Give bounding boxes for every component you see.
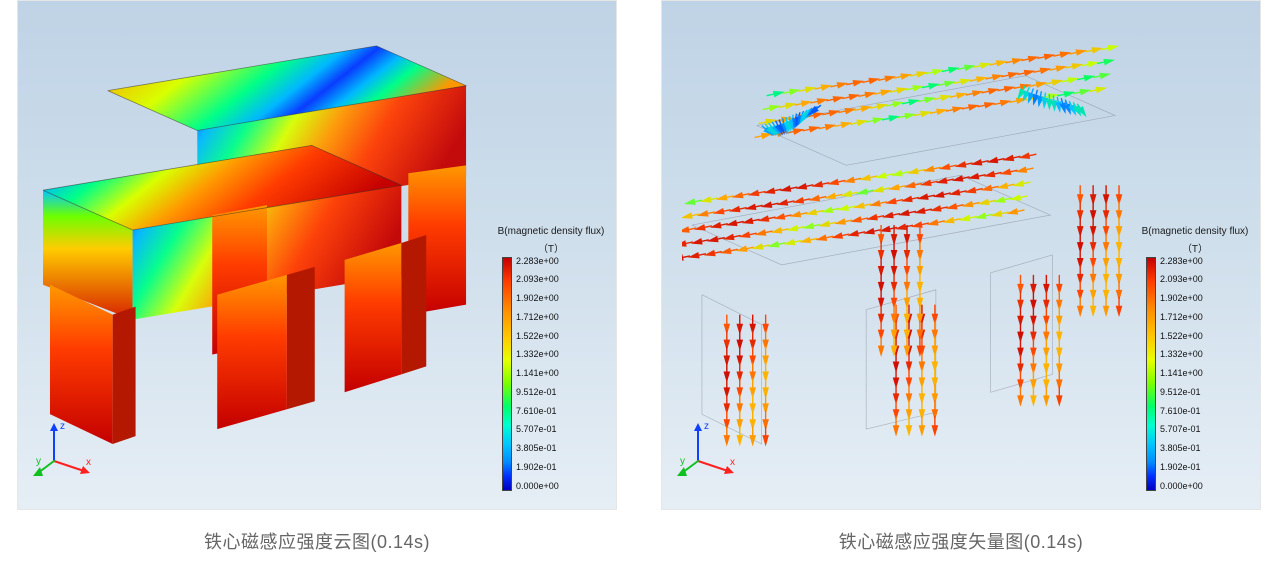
axis-y-label: y: [36, 456, 41, 467]
colorbar-tick: 1.332e+00: [516, 350, 559, 359]
colorbar-tick: 1.522e+00: [1160, 332, 1203, 341]
colorbar-legend: B(magnetic density flux) （T） 2.283e+002.…: [1140, 226, 1250, 491]
panel-left-wrap: z x y B(magnetic density flux) （T） 2.283…: [15, 0, 619, 554]
colorbar-tick: 2.283e+00: [516, 257, 559, 266]
colorbar-tick: 3.805e-01: [1160, 444, 1203, 453]
legend-title: B(magnetic density flux): [1140, 226, 1250, 238]
vector-viz: [682, 16, 1130, 454]
axis-x-label: x: [730, 457, 735, 468]
colorbar-tick: 9.512e-01: [1160, 388, 1203, 397]
colorbar-tick: 5.707e-01: [1160, 425, 1203, 434]
colorbar-tick: 1.902e-01: [516, 463, 559, 472]
colorbar-tick: 2.093e+00: [516, 275, 559, 284]
caption-left: 铁心磁感应强度云图(0.14s): [204, 528, 430, 554]
colorbar-ticks: 2.283e+00 2.093e+00 1.902e+00 1.712e+00 1.52…: [516, 257, 559, 491]
legend-unit: （T）: [1140, 240, 1250, 255]
legend-title: B(magnetic density flux): [496, 226, 606, 238]
colorbar-tick: 9.512e-01: [516, 388, 559, 397]
colorbar-tick: 1.712e+00: [1160, 313, 1203, 322]
colorbar: [502, 257, 512, 491]
colorbar-tick: 1.902e-01: [1160, 463, 1203, 472]
colorbar-tick: 7.610e-01: [516, 407, 559, 416]
colorbar-tick: 1.712e+00: [516, 313, 559, 322]
axis-y-label: y: [680, 456, 685, 467]
colorbar-tick: 1.332e+00: [1160, 350, 1203, 359]
colorbar: [1146, 257, 1156, 491]
panel-right: z x y B(magnetic density flux) （T） 2.283…: [661, 0, 1261, 510]
colorbar-tick: 0.000e+00: [516, 482, 559, 491]
colorbar-ticks: 2.283e+00 2.093e+00 1.902e+00 1.712e+00 1.52…: [1160, 257, 1203, 491]
contour-viz: [38, 16, 486, 454]
axis-x-label: x: [86, 457, 91, 468]
colorbar-legend: B(magnetic density flux) （T） 2.283e+002.…: [496, 226, 606, 491]
caption-right: 铁心磁感应强度矢量图(0.14s): [839, 528, 1084, 554]
colorbar-tick: 1.902e+00: [1160, 294, 1203, 303]
legend-unit: （T）: [496, 240, 606, 255]
colorbar-tick: 5.707e-01: [516, 425, 559, 434]
colorbar-tick: 3.805e-01: [516, 444, 559, 453]
colorbar-tick: 1.141e+00: [516, 369, 559, 378]
colorbar-tick: 1.902e+00: [516, 294, 559, 303]
panel-right-wrap: z x y B(magnetic density flux) （T） 2.283…: [659, 0, 1263, 554]
colorbar-tick: 2.283e+00: [1160, 257, 1203, 266]
colorbar-tick: 1.141e+00: [1160, 369, 1203, 378]
colorbar-tick: 7.610e-01: [1160, 407, 1203, 416]
colorbar-tick: 2.093e+00: [1160, 275, 1203, 284]
colorbar-tick: 0.000e+00: [1160, 482, 1203, 491]
colorbar-tick: 1.522e+00: [516, 332, 559, 341]
figure-row: z x y B(magnetic density flux) （T） 2.283…: [0, 0, 1278, 554]
panel-left: z x y B(magnetic density flux) （T） 2.283…: [17, 0, 617, 510]
